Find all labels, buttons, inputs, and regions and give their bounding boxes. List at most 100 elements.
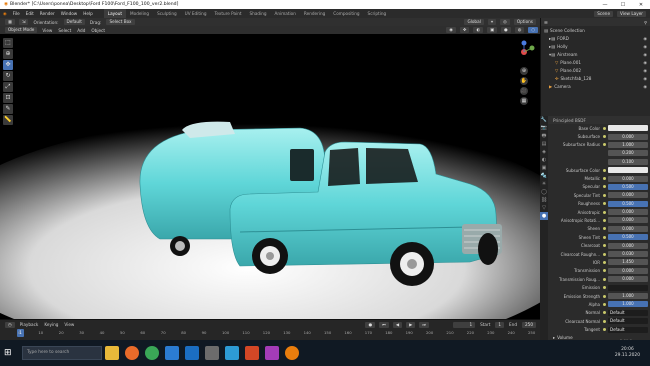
blender-menu-icon[interactable]: ◉ <box>3 11 7 16</box>
zoom-icon[interactable]: ⊕ <box>520 67 528 75</box>
minimize-button[interactable]: — <box>596 2 614 8</box>
start-windows-icon[interactable]: ⊞ <box>4 346 18 360</box>
outliner-row-holly[interactable]: ▸▤ Holly ◉ <box>541 42 650 50</box>
perspective-grid-icon[interactable]: ▦ <box>520 97 528 105</box>
constraints-tab-icon[interactable]: ⛓ <box>540 196 548 204</box>
outliner-row-camera[interactable]: ▶ Camera ◉ <box>541 82 650 90</box>
socket-icon[interactable] <box>603 193 606 197</box>
outliner-type-icon[interactable]: ☰ <box>544 20 548 25</box>
menu-select[interactable]: Select <box>55 28 74 33</box>
tab-sculpting[interactable]: Sculpting <box>153 9 181 18</box>
tab-modeling[interactable]: Modeling <box>126 9 153 18</box>
blender-icon[interactable] <box>285 346 299 360</box>
socket-icon[interactable] <box>603 177 606 181</box>
eye-icon[interactable]: ◉ <box>643 76 647 81</box>
end-frame-field[interactable]: 250 <box>522 321 536 328</box>
tab-compositing[interactable]: Compositing <box>329 9 363 18</box>
socket-icon[interactable] <box>603 286 606 290</box>
axis-gizmo-icon[interactable] <box>510 40 538 64</box>
object-tab-icon[interactable]: ▣ <box>540 164 548 172</box>
menu-add[interactable]: Add <box>74 28 88 33</box>
menu-help[interactable]: Help <box>80 11 96 16</box>
tab-animation[interactable]: Animation <box>271 9 300 18</box>
property-field[interactable]: 1.450 <box>608 259 648 266</box>
eye-icon[interactable]: ◉ <box>643 36 647 41</box>
socket-icon[interactable] <box>603 210 606 214</box>
eye-icon[interactable]: ◉ <box>643 52 647 57</box>
tab-scripting[interactable]: Scripting <box>364 9 391 18</box>
property-field[interactable]: 0.000 <box>608 225 648 232</box>
modifier-tab-icon[interactable]: 🔩 <box>540 172 548 180</box>
visibility-icon[interactable]: ◉ <box>446 27 456 33</box>
3d-viewport[interactable] <box>0 34 540 319</box>
property-field[interactable]: 0.000 <box>608 192 648 199</box>
socket-icon[interactable] <box>603 302 606 306</box>
outliner-row-ford[interactable]: ▸▤ FORD ◉ <box>541 34 650 42</box>
eye-icon[interactable]: ◉ <box>643 68 647 73</box>
tab-shading[interactable]: Shading <box>246 9 271 18</box>
outliner-row-plane-002[interactable]: ▽ Plane.002 ◉ <box>541 66 650 74</box>
tab-layout[interactable]: Layout <box>103 9 127 18</box>
mail-icon[interactable] <box>185 346 199 360</box>
mode-dropdown[interactable]: Object Mode <box>5 27 38 33</box>
socket-icon[interactable] <box>603 244 606 248</box>
property-field[interactable]: 0.000 <box>608 209 648 216</box>
world-tab-icon[interactable]: ◐ <box>540 156 548 164</box>
taskbar-search-input[interactable]: Type here to search <box>22 346 102 360</box>
photos-icon[interactable] <box>225 346 239 360</box>
socket-icon[interactable] <box>603 202 606 206</box>
office-icon[interactable] <box>245 346 259 360</box>
snap-icon[interactable]: ⌖ <box>487 19 497 25</box>
socket-icon[interactable] <box>603 185 606 189</box>
menu-view[interactable]: View <box>39 28 55 33</box>
timeline-editor-icon[interactable]: ◷ <box>5 321 15 328</box>
menu-keying[interactable]: Keying <box>41 322 61 327</box>
overlay-toggle-icon[interactable]: ◐ <box>473 27 484 33</box>
material-tab-icon[interactable]: ● <box>540 212 548 220</box>
options-dropdown[interactable]: Options <box>513 19 536 25</box>
socket-icon[interactable] <box>603 135 606 139</box>
frame-ruler[interactable]: 1 0 10 20 30 40 50 60 70 80 90 100 110 120 130 140 150 1… <box>0 329 540 338</box>
select-tool-icon[interactable]: ⬚ <box>3 38 13 48</box>
property-field[interactable]: Default <box>608 309 648 316</box>
property-field[interactable]: 0.000 <box>608 276 648 283</box>
select-mode-icon[interactable]: ⇲ <box>18 19 29 25</box>
property-field[interactable]: Default <box>608 326 648 333</box>
drag-dropdown[interactable]: Select Box <box>106 19 135 25</box>
socket-icon[interactable] <box>603 319 606 323</box>
measure-tool-icon[interactable]: 📏 <box>3 115 13 125</box>
store-icon[interactable] <box>205 346 219 360</box>
tab-rendering[interactable]: Rendering <box>300 9 329 18</box>
socket-icon[interactable] <box>603 143 606 147</box>
scene-tab-icon[interactable]: ◈ <box>540 148 548 156</box>
transform-tool-icon[interactable]: ⊡ <box>3 93 13 103</box>
data-tab-icon[interactable]: ▽ <box>540 204 548 212</box>
socket-icon[interactable] <box>603 277 606 281</box>
property-field[interactable]: 0.000 <box>608 175 648 182</box>
eye-icon[interactable]: ◉ <box>643 44 647 49</box>
outliner-row-scene-collection[interactable]: ▤ Scene Collection <box>541 26 650 34</box>
jump-start-icon[interactable]: ⏮ <box>379 321 389 328</box>
editor-type-dropdown[interactable]: ▦ <box>5 19 15 25</box>
property-field[interactable]: 0.030 <box>608 251 648 258</box>
transform-orientation-dropdown[interactable]: Global <box>464 19 484 25</box>
taskbar-clock[interactable]: 20:06 29.11.2020 <box>615 347 640 359</box>
output-tab-icon[interactable]: 🖶 <box>540 132 548 140</box>
move-tool-icon[interactable]: ✥ <box>3 60 13 70</box>
socket-icon[interactable] <box>603 294 606 298</box>
start-frame-field[interactable]: 1 <box>495 321 505 328</box>
property-field[interactable] <box>608 125 648 132</box>
outliner-row-airstream[interactable]: ▾▤ Airstream ◉ <box>541 50 650 58</box>
socket-icon[interactable] <box>603 269 606 273</box>
shading-rendered-icon[interactable]: ○ <box>528 27 538 33</box>
record-icon[interactable]: ● <box>365 321 376 328</box>
particles-tab-icon[interactable]: ✳ <box>540 180 548 188</box>
gizmo-toggle-icon[interactable]: ✥ <box>459 27 470 33</box>
jump-end-icon[interactable]: ⏭ <box>419 321 430 328</box>
xray-toggle-icon[interactable]: ▣ <box>487 27 498 33</box>
menu-render[interactable]: Render <box>37 11 58 16</box>
firefox-icon[interactable] <box>125 346 139 360</box>
shading-solid-icon[interactable]: ● <box>501 27 511 33</box>
explorer-icon[interactable] <box>165 346 179 360</box>
current-frame-field[interactable]: 1 <box>453 321 476 328</box>
